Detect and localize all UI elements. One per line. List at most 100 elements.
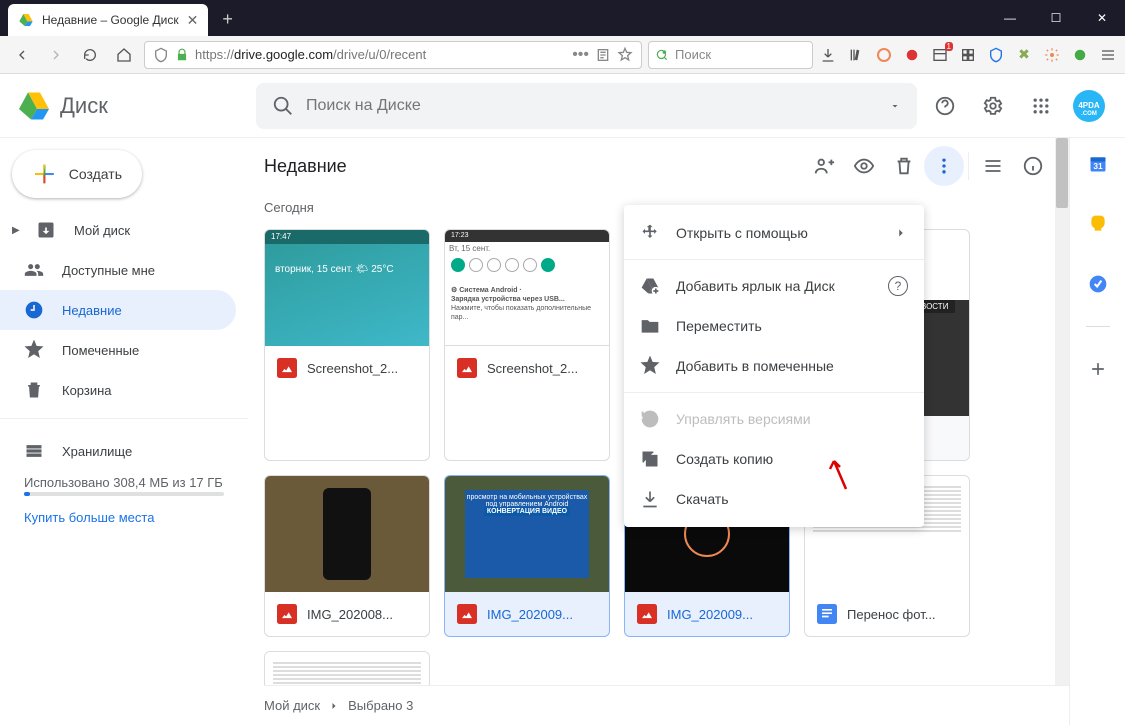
keep-app-button[interactable]	[1078, 204, 1118, 244]
library-icon[interactable]	[847, 46, 865, 64]
reader-icon[interactable]	[595, 47, 611, 63]
ext-shield-icon[interactable]	[987, 46, 1005, 64]
storage-bar	[24, 492, 224, 496]
back-button[interactable]	[8, 41, 36, 69]
lock-icon	[175, 48, 189, 62]
expand-icon[interactable]: ▶	[12, 225, 24, 236]
docs-file-icon	[817, 604, 837, 624]
file-thumbnail: 17:47 вторник, 15 сент. 🌤 25°C	[265, 230, 429, 346]
maximize-button[interactable]: ☐	[1033, 0, 1079, 36]
home-button[interactable]	[110, 41, 138, 69]
svg-text:.COM: .COM	[1081, 111, 1097, 117]
help-button[interactable]	[925, 86, 965, 126]
browser-search-field[interactable]: Поиск	[648, 41, 813, 69]
help-icon[interactable]: ?	[888, 276, 908, 296]
new-tab-button[interactable]: +	[216, 3, 239, 36]
browser-menu-icon[interactable]	[1099, 46, 1117, 64]
right-side-panel: 31	[1069, 138, 1125, 725]
menu-move[interactable]: Переместить	[624, 306, 924, 346]
file-card[interactable]: 17:23 Вт, 15 сент. ⚙ Система Android ·За…	[444, 229, 610, 461]
tasks-app-button[interactable]	[1078, 264, 1118, 304]
ext-opera-icon[interactable]	[875, 46, 893, 64]
drive-search-bar[interactable]	[256, 83, 917, 129]
nav-storage[interactable]: Хранилище	[24, 431, 224, 471]
url-bar[interactable]: https://drive.google.com/drive/u/0/recen…	[144, 41, 642, 69]
apps-grid-button[interactable]	[1021, 86, 1061, 126]
ext-red-icon[interactable]	[903, 46, 921, 64]
star-icon	[24, 340, 44, 360]
storage-icon	[24, 441, 44, 461]
menu-add-shortcut[interactable]: Добавить ярлык на Диск ?	[624, 266, 924, 306]
people-icon	[24, 260, 44, 280]
buy-storage-link[interactable]: Купить больше места	[24, 510, 224, 525]
bookmark-star-icon[interactable]	[617, 47, 633, 63]
window-controls: — ☐ ✕	[987, 0, 1125, 36]
copy-icon	[640, 449, 660, 469]
content-area: Недавние Сегодня 17:47 вторник, 15 сент.…	[248, 138, 1069, 725]
forward-button[interactable]	[42, 41, 70, 69]
menu-star[interactable]: Добавить в помеченные	[624, 346, 924, 386]
url-more-icon[interactable]: •••	[572, 46, 589, 64]
drive-search-input[interactable]	[306, 97, 877, 115]
browser-tab[interactable]: Недавние – Google Диск ✕	[8, 4, 208, 36]
browser-tab-strip: Недавние – Google Диск ✕ + — ☐ ✕	[0, 0, 1125, 36]
drive-add-icon	[640, 276, 660, 296]
ext-panel-icon[interactable]: 1	[931, 46, 949, 64]
breadcrumb-selection: Выбрано 3	[348, 698, 413, 713]
scrollbar[interactable]	[1055, 138, 1069, 685]
ext-x-icon[interactable]: ✖	[1015, 46, 1033, 64]
list-view-button[interactable]	[973, 146, 1013, 186]
shield-icon	[153, 47, 169, 63]
info-button[interactable]	[1013, 146, 1053, 186]
nav-my-drive[interactable]: ▶ Мой диск	[0, 210, 236, 250]
account-avatar[interactable]: 4PDA.COM	[1069, 86, 1109, 126]
close-button[interactable]: ✕	[1079, 0, 1125, 36]
share-button[interactable]	[804, 146, 844, 186]
search-dropdown-icon[interactable]	[889, 100, 901, 112]
more-actions-button[interactable]	[924, 146, 964, 186]
breadcrumb-root[interactable]: Мой диск	[264, 698, 320, 713]
nav-starred[interactable]: Помеченные	[0, 330, 236, 370]
image-file-icon	[277, 604, 297, 624]
search-icon	[272, 95, 294, 117]
trash-icon	[24, 380, 44, 400]
settings-button[interactable]	[973, 86, 1013, 126]
file-thumbnail: 17:23 Вт, 15 сент. ⚙ Система Android ·За…	[445, 230, 609, 346]
file-thumbnail: просмотр на мобильных устройствах под уп…	[445, 476, 609, 592]
preview-button[interactable]	[844, 146, 884, 186]
add-app-button[interactable]	[1078, 349, 1118, 389]
menu-copy[interactable]: Создать копию	[624, 439, 924, 479]
url-text: https://drive.google.com/drive/u/0/recen…	[195, 47, 426, 62]
history-icon	[640, 409, 660, 429]
downloads-icon[interactable]	[819, 46, 837, 64]
nav-trash[interactable]: Корзина	[0, 370, 236, 410]
tab-close-icon[interactable]: ✕	[187, 12, 199, 29]
drive-logo-icon	[16, 88, 52, 124]
ext-green-icon[interactable]	[1071, 46, 1089, 64]
section-title: Недавние	[264, 156, 804, 177]
browser-toolbar: https://drive.google.com/drive/u/0/recen…	[0, 36, 1125, 74]
image-file-icon	[277, 358, 297, 378]
download-icon	[640, 489, 660, 509]
create-button[interactable]: Создать	[12, 150, 142, 198]
calendar-app-button[interactable]: 31	[1078, 144, 1118, 184]
move-folder-icon	[640, 316, 660, 336]
open-with-icon	[640, 223, 660, 243]
file-card[interactable]: IMG_202008...	[264, 475, 430, 637]
drive-product-name: Диск	[60, 93, 108, 119]
delete-button[interactable]	[884, 146, 924, 186]
ext-gear-icon[interactable]	[1043, 46, 1061, 64]
reload-button[interactable]	[76, 41, 104, 69]
file-card[interactable]: просмотр на мобильных устройствах под уп…	[444, 475, 610, 637]
nav-recent[interactable]: Недавние	[0, 290, 236, 330]
nav-shared[interactable]: Доступные мне	[0, 250, 236, 290]
ext-grid-icon[interactable]	[959, 46, 977, 64]
drive-header: Диск 4PDA.COM	[0, 74, 1125, 138]
storage-used-text: Использовано 308,4 МБ из 17 ГБ	[24, 475, 224, 490]
minimize-button[interactable]: —	[987, 0, 1033, 36]
menu-versions: Управлять версиями	[624, 399, 924, 439]
menu-open-with[interactable]: Открыть с помощью	[624, 213, 924, 253]
file-card[interactable]: 17:47 вторник, 15 сент. 🌤 25°C Screensho…	[264, 229, 430, 461]
annotation-arrow	[824, 455, 854, 491]
menu-download[interactable]: Скачать	[624, 479, 924, 519]
